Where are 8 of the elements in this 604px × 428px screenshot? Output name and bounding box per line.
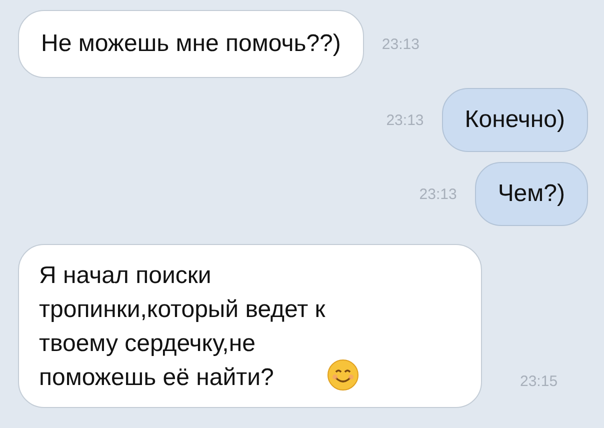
message-time: 23:13 (382, 36, 420, 52)
message-text: Конечно) (464, 105, 565, 135)
message-text: Чем?) (498, 179, 565, 209)
message-time: 23:13 (386, 112, 424, 128)
message-time: 23:13 (419, 186, 457, 202)
message-time: 23:15 (520, 373, 558, 390)
message-text: Не можешь мне помочь??) (41, 29, 341, 59)
message-text: Я начал поиски тропинки,который ведет к твоему сердечку,не поможешь её найти? (39, 261, 326, 393)
